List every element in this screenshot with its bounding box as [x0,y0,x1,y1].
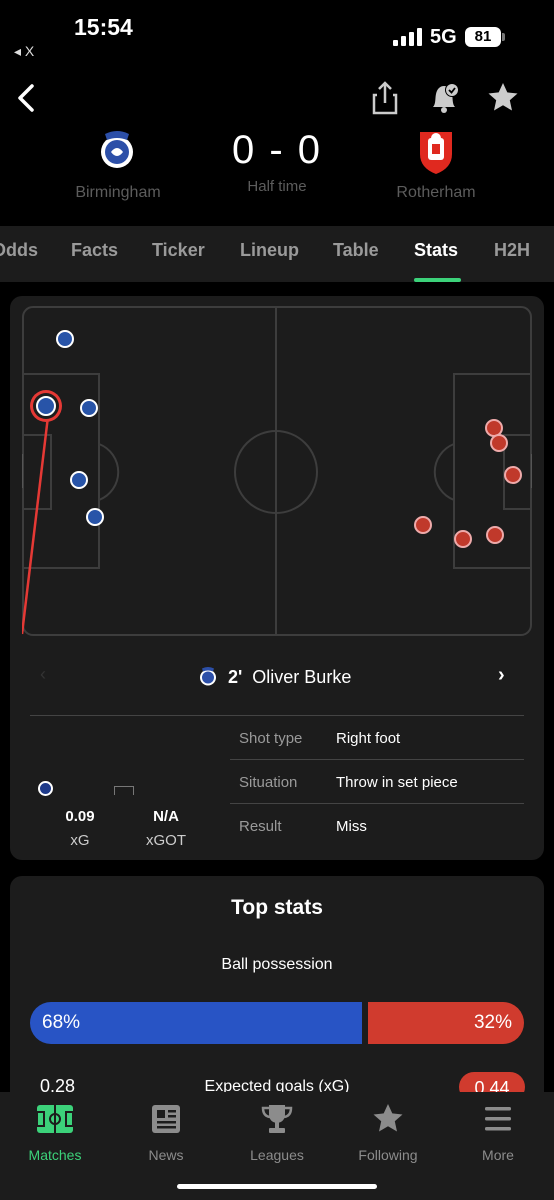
share-icon[interactable] [365,78,405,118]
trophy-icon [261,1105,293,1133]
match-status: Half time [247,178,307,195]
previous-shot-chevron-icon[interactable]: ‹ [40,664,46,685]
situation-label: Situation [239,774,298,791]
home-team-name[interactable]: Birmingham [38,184,198,202]
away-shot-marker[interactable] [504,466,522,484]
next-shot-chevron-icon[interactable]: › [498,664,505,687]
pitch-icon [36,1105,74,1133]
active-tab-indicator [414,278,461,282]
possession-away-bar: 32% [368,1002,524,1044]
home-shot-marker[interactable] [80,399,98,417]
battery-icon: 81 [465,27,501,47]
away-shot-marker[interactable] [414,516,432,534]
nav-label: Following [358,1147,418,1163]
nav-label: News [148,1147,184,1163]
divider [230,759,524,760]
match-score: 0 - 0 [231,128,323,172]
back-to-app-link[interactable]: ◂ X [14,43,34,60]
network-type: 5G [430,26,457,48]
nav-more[interactable]: More [443,1102,553,1163]
xgot-value: N/A [153,808,179,825]
result-label: Result [239,818,282,835]
situation-value: Throw in set piece [336,774,458,791]
top-stats-title: Top stats [231,896,323,919]
divider [30,715,524,716]
shot-map-pitch [22,306,532,636]
possession-home-bar: 68% [30,1002,362,1044]
away-team-name[interactable]: Rotherham [356,184,516,202]
xg-label: xG [70,832,90,849]
tab-h2h[interactable]: H2H [494,240,530,261]
away-shot-marker[interactable] [454,530,472,548]
shot-type-value: Right foot [336,730,401,747]
status-time: 15:54 [74,14,133,40]
home-shot-marker[interactable] [70,471,88,489]
tab-lineup[interactable]: Lineup [240,240,299,261]
nav-news[interactable]: News [111,1102,221,1163]
goal-frame-icon [114,786,134,795]
tab-stats[interactable]: Stats [414,240,458,261]
nav-label: More [482,1147,514,1163]
home-shot-marker[interactable] [86,508,104,526]
nav-following[interactable]: Following [333,1102,443,1163]
favorite-star-icon[interactable] [483,78,523,118]
tab-facts[interactable]: Facts [71,240,118,261]
tab-table[interactable]: Table [333,240,379,261]
shot-minute: 2' [228,666,243,687]
back-arrow-icon[interactable] [10,78,46,118]
away-shot-marker[interactable] [486,526,504,544]
home-indicator [177,1184,377,1189]
result-value: Miss [336,818,367,835]
rotherham-crest-icon [420,132,452,174]
battery-tip [502,33,505,41]
newspaper-icon [152,1105,180,1133]
xg-shot-dot-icon [38,781,53,796]
star-icon [373,1104,403,1132]
home-shot-marker[interactable] [56,330,74,348]
tab-ticker[interactable]: Ticker [152,240,205,261]
selected-shot-marker[interactable] [36,396,56,416]
match-tabs: Odds Facts Ticker Lineup Table Stats H2H [0,226,554,282]
signal-icon [393,28,422,46]
shot-player-row: 2' Oliver Burke [198,662,351,692]
nav-matches[interactable]: Matches [0,1102,110,1163]
nav-label: Leagues [250,1147,304,1163]
away-shot-marker[interactable] [490,434,508,452]
notification-bell-icon[interactable] [424,78,464,118]
shot-player-name[interactable]: Oliver Burke [252,667,351,688]
xg-value: 0.09 [65,808,95,825]
menu-icon [485,1107,511,1131]
nav-leagues[interactable]: Leagues [222,1102,332,1163]
xgot-label: xGOT [146,832,186,849]
divider [230,803,524,804]
birmingham-crest-icon [200,667,216,686]
nav-label: Matches [28,1147,82,1163]
possession-label: Ball possession [221,956,333,973]
shot-type-label: Shot type [239,730,303,747]
tab-odds[interactable]: Odds [0,240,38,261]
birmingham-crest-icon [101,131,133,168]
